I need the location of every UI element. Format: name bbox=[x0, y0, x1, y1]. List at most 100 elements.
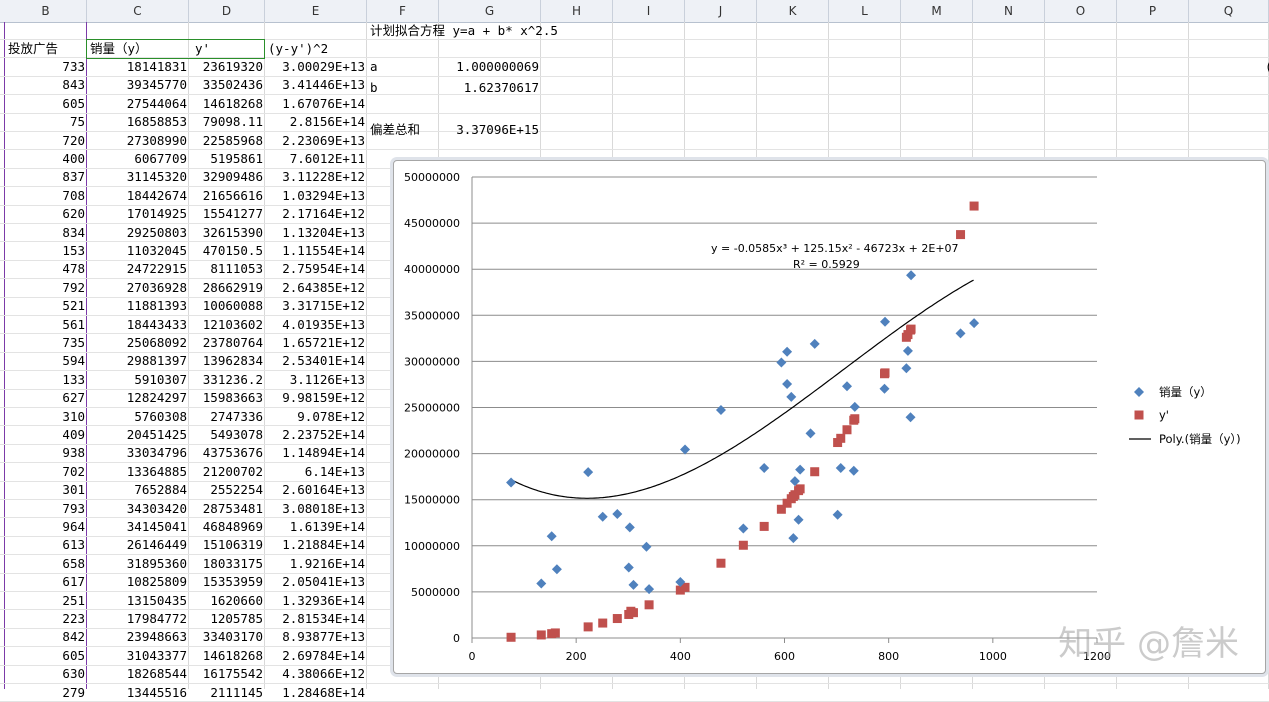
table-cell-col-c[interactable]: 39345770 bbox=[87, 76, 189, 94]
table-cell-col-c[interactable]: 12824297 bbox=[87, 389, 189, 407]
table-cell-col-e[interactable]: 1.11554E+14 bbox=[265, 242, 367, 260]
param-value[interactable] bbox=[439, 100, 541, 118]
table-cell-col-d[interactable]: 5493078 bbox=[189, 426, 265, 444]
column-header-f[interactable]: F bbox=[367, 0, 439, 22]
table-cell-col-b[interactable]: 310 bbox=[5, 408, 87, 426]
column-header-e[interactable]: E bbox=[265, 0, 367, 22]
table-cell-col-c[interactable]: 13445516 bbox=[87, 684, 189, 702]
table-cell-col-b[interactable]: 842 bbox=[5, 628, 87, 646]
table-cell-col-b[interactable]: 75 bbox=[5, 113, 87, 131]
table-cell-col-b[interactable]: 279 bbox=[5, 684, 87, 702]
table-cell-col-c[interactable]: 10825809 bbox=[87, 573, 189, 591]
table-cell-col-c[interactable]: 13150435 bbox=[87, 592, 189, 610]
param-label[interactable]: a bbox=[367, 58, 439, 76]
table-cell-col-b[interactable]: 733 bbox=[5, 58, 87, 76]
table-cell-col-b[interactable]: 843 bbox=[5, 76, 87, 94]
table-cell-col-b[interactable]: 153 bbox=[5, 242, 87, 260]
table-cell-col-b[interactable]: 400 bbox=[5, 150, 87, 168]
table-cell-col-c[interactable]: 23948663 bbox=[87, 628, 189, 646]
table-cell-col-c[interactable]: 7652884 bbox=[87, 481, 189, 499]
table-cell-col-b[interactable]: 620 bbox=[5, 205, 87, 223]
table-cell-col-c[interactable]: 20451425 bbox=[87, 426, 189, 444]
table-cell-col-e[interactable]: 2.81534E+14 bbox=[265, 610, 367, 628]
table-cell-col-e[interactable]: 6.14E+13 bbox=[265, 463, 367, 481]
table-cell-col-c[interactable]: 11881393 bbox=[87, 297, 189, 315]
table-cell-col-d[interactable]: 28753481 bbox=[189, 500, 265, 518]
table-cell-col-b[interactable]: 478 bbox=[5, 260, 87, 278]
param-label[interactable]: 偏差总和 bbox=[367, 121, 439, 139]
table-cell-col-d[interactable]: 5195861 bbox=[189, 150, 265, 168]
table-cell-col-e[interactable]: 2.69784E+14 bbox=[265, 647, 367, 665]
scatter-chart[interactable]: 0 5000000 10000000 15000000 20000000 25000000… bbox=[393, 160, 1266, 674]
param-label[interactable] bbox=[367, 100, 439, 118]
table-cell-col-b[interactable]: 627 bbox=[5, 389, 87, 407]
table-cell-col-d[interactable]: 1205785 bbox=[189, 610, 265, 628]
table-cell-col-b[interactable]: 792 bbox=[5, 279, 87, 297]
table-cell-col-c[interactable]: 11032045 bbox=[87, 242, 189, 260]
table-cell-col-d[interactable]: 32909486 bbox=[189, 168, 265, 186]
table-cell-col-b[interactable]: 837 bbox=[5, 168, 87, 186]
table-cell-col-e[interactable]: 3.1126E+13 bbox=[265, 371, 367, 389]
header-e[interactable]: (y-y')^2 bbox=[265, 40, 367, 58]
table-cell-col-b[interactable]: 521 bbox=[5, 297, 87, 315]
column-header-q[interactable]: Q bbox=[1189, 0, 1269, 22]
table-cell-col-b[interactable]: 613 bbox=[5, 536, 87, 554]
table-cell-col-b[interactable]: 708 bbox=[5, 187, 87, 205]
table-cell-col-d[interactable]: 12103602 bbox=[189, 316, 265, 334]
table-cell-col-e[interactable]: 1.32936E+14 bbox=[265, 592, 367, 610]
table-cell-col-b[interactable]: 133 bbox=[5, 371, 87, 389]
table-cell-col-b[interactable]: 793 bbox=[5, 500, 87, 518]
table-cell-col-d[interactable]: 8111053 bbox=[189, 260, 265, 278]
column-header-n[interactable]: N bbox=[973, 0, 1045, 22]
table-cell-col-b[interactable]: 834 bbox=[5, 224, 87, 242]
table-cell-col-e[interactable]: 4.38066E+12 bbox=[265, 665, 367, 683]
table-cell-col-e[interactable]: 3.31715E+12 bbox=[265, 297, 367, 315]
table-cell-col-e[interactable]: 1.67076E+14 bbox=[265, 95, 367, 113]
table-cell-col-b[interactable]: 630 bbox=[5, 665, 87, 683]
table-cell-col-b[interactable]: 605 bbox=[5, 95, 87, 113]
table-cell-col-d[interactable]: 2747336 bbox=[189, 408, 265, 426]
table-cell-col-b[interactable]: 561 bbox=[5, 316, 87, 334]
table-cell-col-d[interactable]: 2552254 bbox=[189, 481, 265, 499]
table-cell-col-b[interactable]: 617 bbox=[5, 573, 87, 591]
table-cell-col-c[interactable]: 27308990 bbox=[87, 132, 189, 150]
table-cell-col-d[interactable]: 15541277 bbox=[189, 205, 265, 223]
table-cell-col-e[interactable]: 2.23752E+14 bbox=[265, 426, 367, 444]
table-cell-col-c[interactable]: 13364885 bbox=[87, 463, 189, 481]
table-cell-col-d[interactable]: 1620660 bbox=[189, 592, 265, 610]
param-label[interactable]: b bbox=[367, 79, 439, 97]
column-header-j[interactable]: J bbox=[685, 0, 757, 22]
table-cell-col-c[interactable]: 29881397 bbox=[87, 352, 189, 370]
table-cell-col-b[interactable]: 964 bbox=[5, 518, 87, 536]
column-header-k[interactable]: K bbox=[757, 0, 829, 22]
column-header-g[interactable]: G bbox=[439, 0, 541, 22]
table-cell-col-e[interactable]: 7.6012E+11 bbox=[265, 150, 367, 168]
table-cell-col-c[interactable]: 27036928 bbox=[87, 279, 189, 297]
table-cell-col-b[interactable]: 938 bbox=[5, 444, 87, 462]
table-cell-col-c[interactable]: 31145320 bbox=[87, 168, 189, 186]
table-cell-col-c[interactable]: 29250803 bbox=[87, 224, 189, 242]
table-cell-col-e[interactable]: 4.01935E+13 bbox=[265, 316, 367, 334]
table-cell-col-e[interactable]: 2.05041E+13 bbox=[265, 573, 367, 591]
table-cell-col-b[interactable]: 594 bbox=[5, 352, 87, 370]
table-cell-col-d[interactable]: 13962834 bbox=[189, 352, 265, 370]
table-cell-col-e[interactable]: 2.53401E+14 bbox=[265, 352, 367, 370]
table-cell-col-d[interactable]: 33502436 bbox=[189, 76, 265, 94]
table-cell-col-c[interactable]: 5910307 bbox=[87, 371, 189, 389]
column-header-b[interactable]: B bbox=[5, 0, 87, 22]
table-cell-col-d[interactable]: 23780764 bbox=[189, 334, 265, 352]
table-cell-col-e[interactable]: 9.98159E+12 bbox=[265, 389, 367, 407]
table-cell-col-e[interactable]: 1.14894E+14 bbox=[265, 444, 367, 462]
table-cell-col-b[interactable]: 720 bbox=[5, 132, 87, 150]
table-cell-col-c[interactable]: 27544064 bbox=[87, 95, 189, 113]
table-cell-col-d[interactable]: 21656616 bbox=[189, 187, 265, 205]
table-cell-col-c[interactable]: 16858853 bbox=[87, 113, 189, 131]
table-cell-col-c[interactable]: 17014925 bbox=[87, 205, 189, 223]
table-cell-col-c[interactable]: 31043377 bbox=[87, 647, 189, 665]
header-b[interactable]: 投放广告 bbox=[5, 40, 87, 58]
column-header-h[interactable]: H bbox=[541, 0, 613, 22]
table-cell-col-e[interactable]: 1.6139E+14 bbox=[265, 518, 367, 536]
table-cell-col-e[interactable]: 1.65721E+12 bbox=[265, 334, 367, 352]
table-cell-col-d[interactable]: 43753676 bbox=[189, 444, 265, 462]
table-cell-col-d[interactable]: 18033175 bbox=[189, 555, 265, 573]
